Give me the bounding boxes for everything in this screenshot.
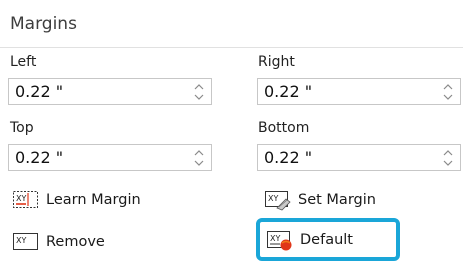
svg-text:XY: XY <box>268 194 278 203</box>
left-margin-spinner[interactable]: 0.22 " <box>8 78 212 105</box>
learn-margin-button[interactable]: XY Learn Margin <box>12 187 141 213</box>
left-label: Left <box>10 54 37 70</box>
learn-margin-icon: XY <box>13 191 38 208</box>
spinner-arrows-icon[interactable] <box>193 82 205 102</box>
bottom-label: Bottom <box>258 120 310 136</box>
spinner-arrows-icon[interactable] <box>442 148 454 168</box>
set-margin-label: Set Margin <box>298 192 376 208</box>
section-divider <box>0 47 463 48</box>
section-title: Margins <box>10 14 77 34</box>
remove-margin-icon: XY <box>13 233 38 250</box>
svg-text:XY: XY <box>16 236 26 245</box>
svg-text:XY: XY <box>16 194 26 203</box>
remove-label: Remove <box>46 234 105 250</box>
default-label: Default <box>300 231 353 248</box>
set-margin-icon: XY <box>265 191 291 211</box>
svg-text:XY: XY <box>270 234 280 243</box>
set-margin-button[interactable]: XY Set Margin <box>264 187 376 213</box>
top-margin-spinner[interactable]: 0.22 " <box>8 144 212 171</box>
bottom-margin-value[interactable]: 0.22 " <box>264 148 312 167</box>
spinner-arrows-icon[interactable] <box>193 148 205 168</box>
right-margin-spinner[interactable]: 0.22 " <box>257 78 461 105</box>
remove-button[interactable]: XY Remove <box>12 229 105 255</box>
left-margin-value[interactable]: 0.22 " <box>15 82 63 101</box>
right-label: Right <box>258 54 295 70</box>
learn-margin-label: Learn Margin <box>46 192 141 208</box>
top-margin-value[interactable]: 0.22 " <box>15 148 63 167</box>
top-label: Top <box>10 120 34 136</box>
right-margin-value[interactable]: 0.22 " <box>264 82 312 101</box>
bottom-margin-spinner[interactable]: 0.22 " <box>257 144 461 171</box>
default-margin-icon: XY <box>267 230 292 250</box>
default-button[interactable]: XY Default <box>256 218 400 261</box>
spinner-arrows-icon[interactable] <box>442 82 454 102</box>
